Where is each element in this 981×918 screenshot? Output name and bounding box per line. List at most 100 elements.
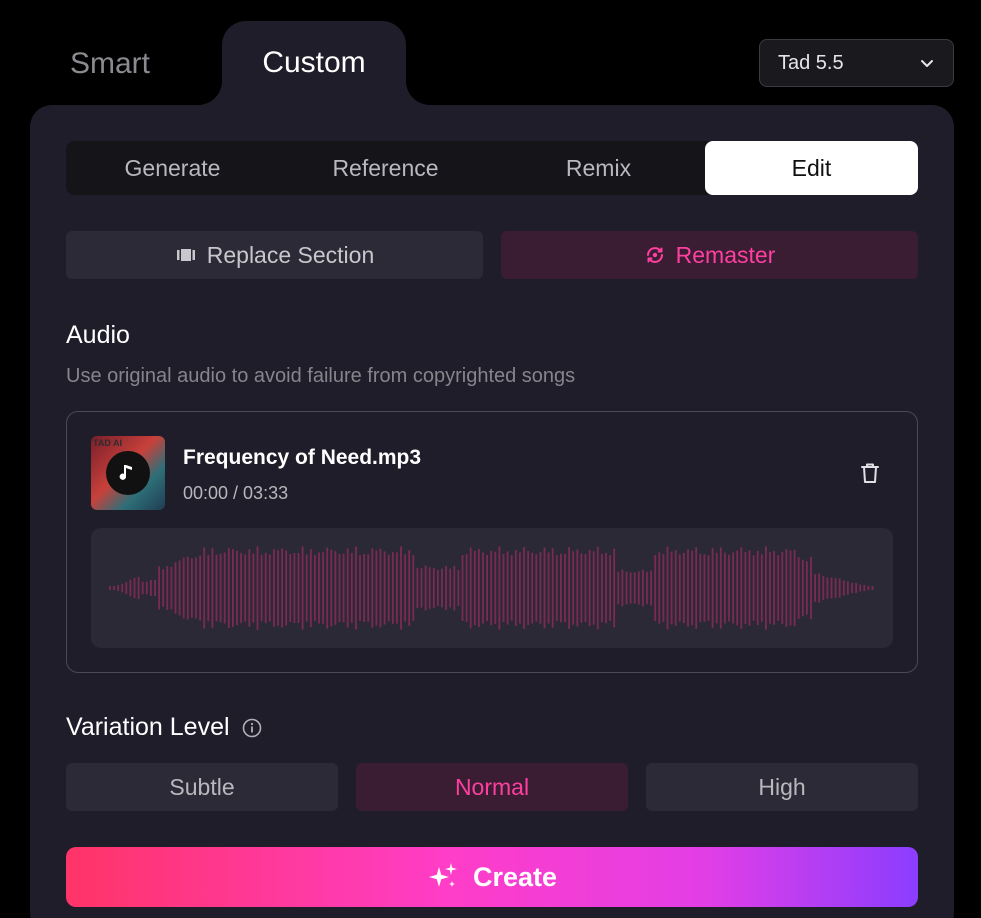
waveform-bar [219,553,222,623]
waveform-bar [596,546,599,630]
waveform-bar [363,554,365,622]
waveform-bar [527,551,529,625]
waveform-bar [182,557,185,619]
waveform-bar [629,572,632,604]
level-normal[interactable]: Normal [356,763,628,811]
waveform-bar [719,547,722,629]
waveform-bar [293,552,296,624]
waveform-bar [428,567,431,609]
waveform-bar [572,551,575,625]
waveform-bar [633,572,636,604]
waveform-bar [871,586,874,590]
waveform-bar [826,577,829,599]
waveform-bar [793,549,796,627]
replace-section-icon [176,249,195,261]
replace-section-button[interactable]: Replace Section [66,231,483,279]
waveform-bar [285,550,288,626]
waveform-bar [678,554,681,622]
waveform-bar [150,579,152,596]
tab-generate[interactable]: Generate [66,141,279,195]
main-panel: Generate Reference Remix Edit Replace Se… [30,105,954,918]
music-note-icon [106,451,150,495]
waveform-bar [273,549,275,627]
waveform-bar [289,554,292,622]
waveform-bar [650,570,652,606]
waveform-bar [338,554,341,622]
track-time: 00:00 / 03:33 [183,483,289,503]
remaster-button[interactable]: Remaster [501,231,918,279]
waveform-bar [760,554,763,622]
waveform-bar [576,549,579,627]
waveform-bar [174,562,177,614]
waveform-bar [859,584,862,592]
waveform-bar [482,552,484,624]
waveform-bar [514,549,517,627]
waveform-bar [301,546,304,630]
waveform-bar [502,554,505,622]
waveform-bar [789,550,792,626]
tab-custom[interactable]: Custom [222,21,406,105]
waveform-bar [728,554,730,622]
edit-mode-row: Replace Section Remaster [66,231,918,279]
level-subtle[interactable]: Subtle [66,763,338,811]
waveform-bar [666,546,669,630]
tab-reference[interactable]: Reference [279,141,492,195]
waveform-bar [777,555,780,621]
waveform-bar [346,548,349,628]
waveform-bar [244,554,247,622]
waveform-bar [248,549,251,627]
waveform-bar [449,568,452,608]
waveform-bar [637,571,640,605]
waveform-bar [133,577,136,599]
create-button[interactable]: Create [66,847,918,907]
sparkle-icon [428,863,457,887]
waveform-bar [707,555,710,621]
waveform-bar [408,550,411,626]
waveform-bar [432,568,435,608]
waveform-bar [855,583,857,593]
waveform-bar [555,555,558,621]
tab-smart[interactable]: Smart [30,44,190,84]
model-select[interactable]: Tad 5.5 [759,39,954,87]
waveform-bar [424,565,427,611]
waveform-bar [494,551,497,625]
waveform-bar [744,552,747,624]
waveform-bar [260,554,263,622]
waveform-bar [773,551,775,625]
tab-edit[interactable]: Edit [705,141,918,195]
waveform-bar [564,554,566,622]
waveform-bar [268,554,271,622]
waveform-bar [113,586,115,590]
waveform-bar [580,553,583,623]
waveform-bar [375,550,378,626]
waveform-bar [519,552,521,624]
waveform-bar [752,555,755,621]
waveform-bar [654,555,657,621]
waveform-bar [207,554,210,622]
waveform-bar [203,547,206,629]
waveform-bar [765,546,767,630]
waveform[interactable] [91,528,893,648]
waveform-bar [822,576,825,600]
tab-remix[interactable]: Remix [492,141,705,195]
waveform-bar [736,550,739,626]
level-high[interactable]: High [646,763,918,811]
trash-icon[interactable] [857,460,883,486]
waveform-bar [211,548,214,628]
remaster-label: Remaster [675,241,776,268]
waveform-bar [359,555,361,621]
waveform-bar [547,552,550,624]
waveform-bar [769,552,771,624]
model-select-value: Tad 5.5 [778,51,844,74]
info-icon[interactable] [242,718,262,738]
album-thumbnail[interactable]: TAD AI [91,436,165,510]
chevron-down-icon [921,60,933,67]
waveform-bar [404,554,406,622]
waveform-bar [592,551,595,625]
waveform-bar [523,547,525,629]
waveform-bar [322,552,324,624]
waveform-bar [277,550,279,626]
create-label: Create [472,861,558,892]
waveform-bar [445,565,447,610]
waveform-bar [748,550,751,626]
